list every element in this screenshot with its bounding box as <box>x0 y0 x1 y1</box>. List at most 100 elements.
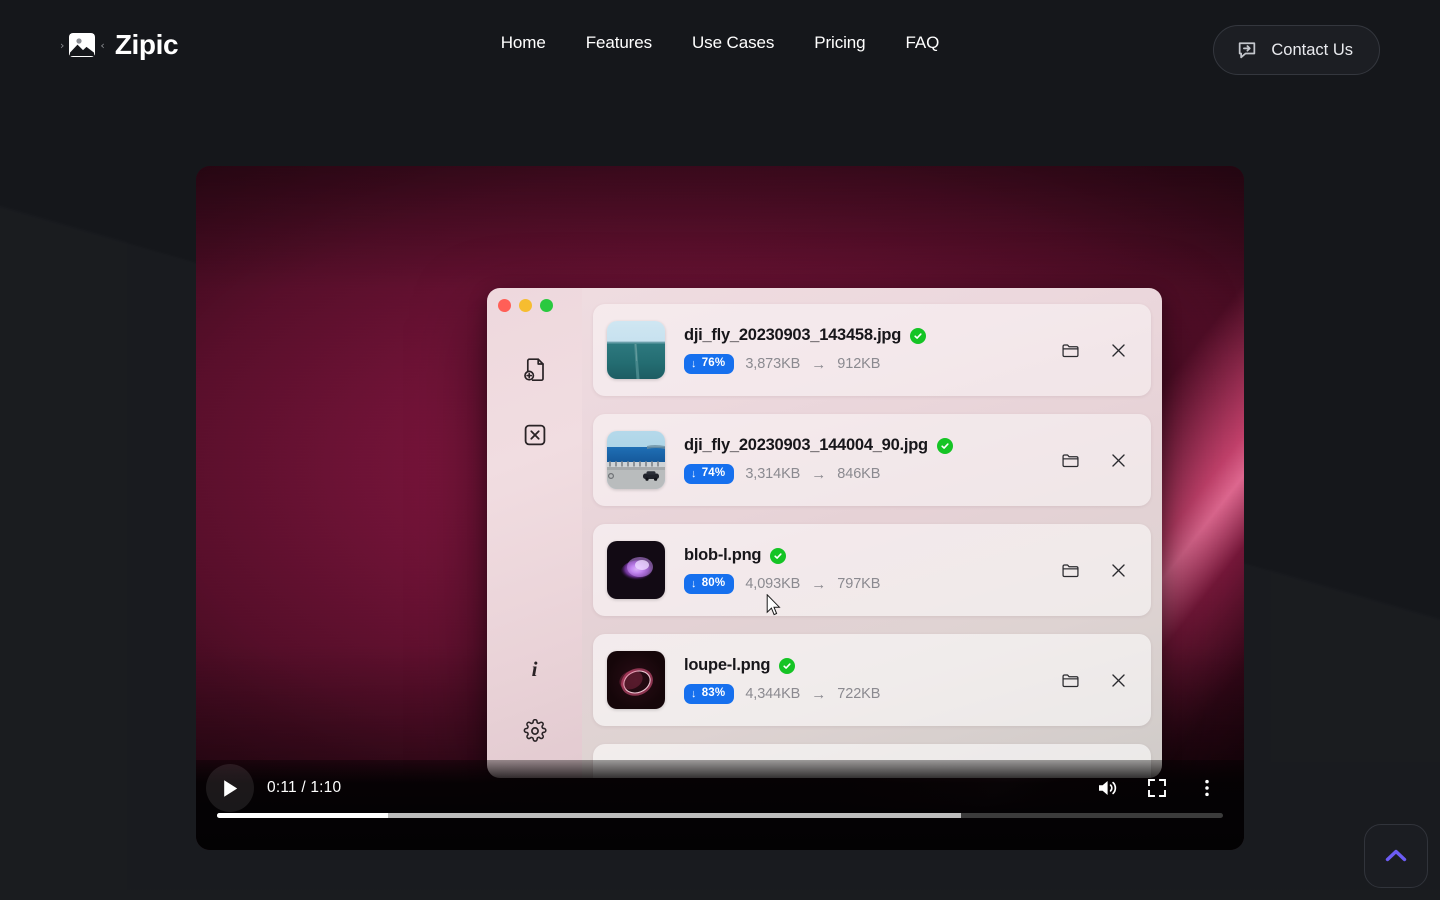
arrow-right-icon: → <box>811 685 827 703</box>
arrow-down-icon: ↓ <box>691 577 697 590</box>
info-icon: i <box>531 656 538 681</box>
volume-high-icon <box>1099 781 1117 795</box>
file-name-line: dji_fly_20230903_143458.jpg <box>684 326 1059 345</box>
sidebar-clear-all-button[interactable] <box>518 418 552 452</box>
file-name: dji_fly_20230903_144004_90.jpg <box>684 436 928 455</box>
gear-icon <box>523 719 547 742</box>
video-time-display: 0:11 / 1:10 <box>267 779 342 796</box>
nav-link-features[interactable]: Features <box>586 33 652 53</box>
chevron-up-icon <box>1385 849 1407 862</box>
nav-link-use-cases[interactable]: Use Cases <box>692 33 774 53</box>
table-row[interactable]: blob-l.png ↓ 80% 4,093KB → 797KB <box>593 524 1151 616</box>
reveal-in-folder-button[interactable] <box>1059 449 1081 471</box>
video-controls-row: 0:11 / 1:10 <box>196 760 1244 816</box>
arrow-right-icon: → <box>811 465 827 483</box>
status-badge <box>779 657 796 674</box>
volume-button[interactable] <box>1088 769 1126 807</box>
contact-us-button[interactable]: Contact Us <box>1213 25 1380 75</box>
check-icon <box>783 663 791 669</box>
zipic-app-window: i dji_fly_20230903_143458.jpg ↓ 76% 3,87… <box>487 288 1162 778</box>
arrow-right-icon: → <box>811 355 827 373</box>
brand-chevron-left-icon: › <box>60 38 65 52</box>
brand-logo[interactable]: › ‹ Zipic <box>60 29 179 60</box>
arrow-down-icon: ↓ <box>691 687 697 700</box>
file-stats: ↓ 76% 3,873KB → 912KB <box>684 354 1059 374</box>
file-stats: ↓ 74% 3,314KB → 846KB <box>684 464 1059 484</box>
check-icon <box>941 443 949 449</box>
nav-link-faq[interactable]: FAQ <box>906 33 940 53</box>
brand-name: Zipic <box>114 29 179 60</box>
reveal-in-folder-button[interactable] <box>1059 669 1081 691</box>
more-options-button[interactable] <box>1188 769 1226 807</box>
check-icon <box>774 553 782 559</box>
arrow-down-icon: ↓ <box>691 357 697 370</box>
file-thumbnail <box>607 541 665 599</box>
file-thumbnail <box>607 651 665 709</box>
pink-loupe-graphic <box>607 651 665 709</box>
sidebar-add-files-button[interactable] <box>518 353 552 387</box>
reduction-badge: ↓ 83% <box>684 684 735 704</box>
site-header: › ‹ Zipic Home Features Use Cases Pricin… <box>0 0 1440 100</box>
remove-file-button[interactable] <box>1107 559 1129 581</box>
status-badge <box>910 327 927 344</box>
close-icon <box>1111 453 1125 467</box>
drone-pier-photo <box>607 321 665 379</box>
size-before: 3,873KB <box>745 356 801 372</box>
row-actions <box>1059 559 1139 581</box>
file-info: blob-l.png ↓ 80% 4,093KB → 797KB <box>665 546 1059 594</box>
nav-link-pricing[interactable]: Pricing <box>814 33 865 53</box>
arrow-right-icon: → <box>811 575 827 593</box>
video-progress-bar[interactable] <box>217 813 1223 818</box>
reveal-in-folder-button[interactable] <box>1059 559 1081 581</box>
table-row[interactable]: dji_fly_20230903_144004_90.jpg ↓ 74% 3,3… <box>593 414 1151 506</box>
reveal-in-folder-button[interactable] <box>1059 339 1081 361</box>
fullscreen-icon <box>1148 779 1166 797</box>
size-after: 912KB <box>837 356 881 372</box>
folder-icon <box>1061 563 1079 577</box>
table-row[interactable]: dji_fly_20230903_143458.jpg ↓ 76% 3,873K… <box>593 304 1151 396</box>
table-row[interactable]: loupe-l.png ↓ 83% 4,344KB → 722KB <box>593 634 1151 726</box>
close-icon <box>1111 563 1125 577</box>
reduction-value: 83% <box>701 687 726 700</box>
size-before: 4,093KB <box>745 576 801 592</box>
nav-link-home[interactable]: Home <box>501 33 546 53</box>
app-sidebar: i <box>487 288 582 778</box>
file-thumbnail <box>607 321 665 379</box>
demo-video-player[interactable]: i dji_fly_20230903_143458.jpg ↓ 76% 3,87… <box>196 166 1244 850</box>
row-actions <box>1059 339 1139 361</box>
chat-arrow-icon <box>1239 42 1256 59</box>
maximize-window-button[interactable] <box>540 299 553 312</box>
minimize-window-button[interactable] <box>519 299 532 312</box>
reduction-badge: ↓ 76% <box>684 354 735 374</box>
fullscreen-button[interactable] <box>1138 769 1176 807</box>
file-name: loupe-l.png <box>684 656 771 675</box>
reduction-value: 80% <box>701 577 726 590</box>
arrow-down-icon: ↓ <box>691 467 697 480</box>
more-vertical-icon <box>1205 779 1209 797</box>
scroll-to-top-button[interactable] <box>1364 824 1428 888</box>
remove-file-button[interactable] <box>1107 339 1129 361</box>
close-window-button[interactable] <box>498 299 511 312</box>
file-name-line: dji_fly_20230903_144004_90.jpg <box>684 436 1059 455</box>
image-compress-icon <box>65 30 99 60</box>
remove-file-button[interactable] <box>1107 449 1129 471</box>
brand-chevron-right-icon: ‹ <box>100 38 105 52</box>
size-before: 3,314KB <box>745 466 801 482</box>
file-info: dji_fly_20230903_143458.jpg ↓ 76% 3,873K… <box>665 326 1059 374</box>
file-thumbnail <box>607 431 665 489</box>
file-info: dji_fly_20230903_144004_90.jpg ↓ 74% 3,3… <box>665 436 1059 484</box>
sidebar-info-button[interactable]: i <box>518 652 552 686</box>
size-after: 846KB <box>837 466 881 482</box>
play-button[interactable] <box>206 764 254 812</box>
clear-all-icon <box>524 424 545 446</box>
file-add-icon <box>523 358 544 382</box>
file-name-line: blob-l.png <box>684 546 1059 565</box>
sidebar-settings-button[interactable] <box>518 714 552 748</box>
reduction-badge: ↓ 74% <box>684 464 735 484</box>
brand-mark: › ‹ <box>60 30 105 60</box>
reduction-value: 74% <box>701 467 726 480</box>
folder-icon <box>1061 673 1079 687</box>
file-name-line: loupe-l.png <box>684 656 1059 675</box>
video-progress-played <box>217 813 389 818</box>
remove-file-button[interactable] <box>1107 669 1129 691</box>
